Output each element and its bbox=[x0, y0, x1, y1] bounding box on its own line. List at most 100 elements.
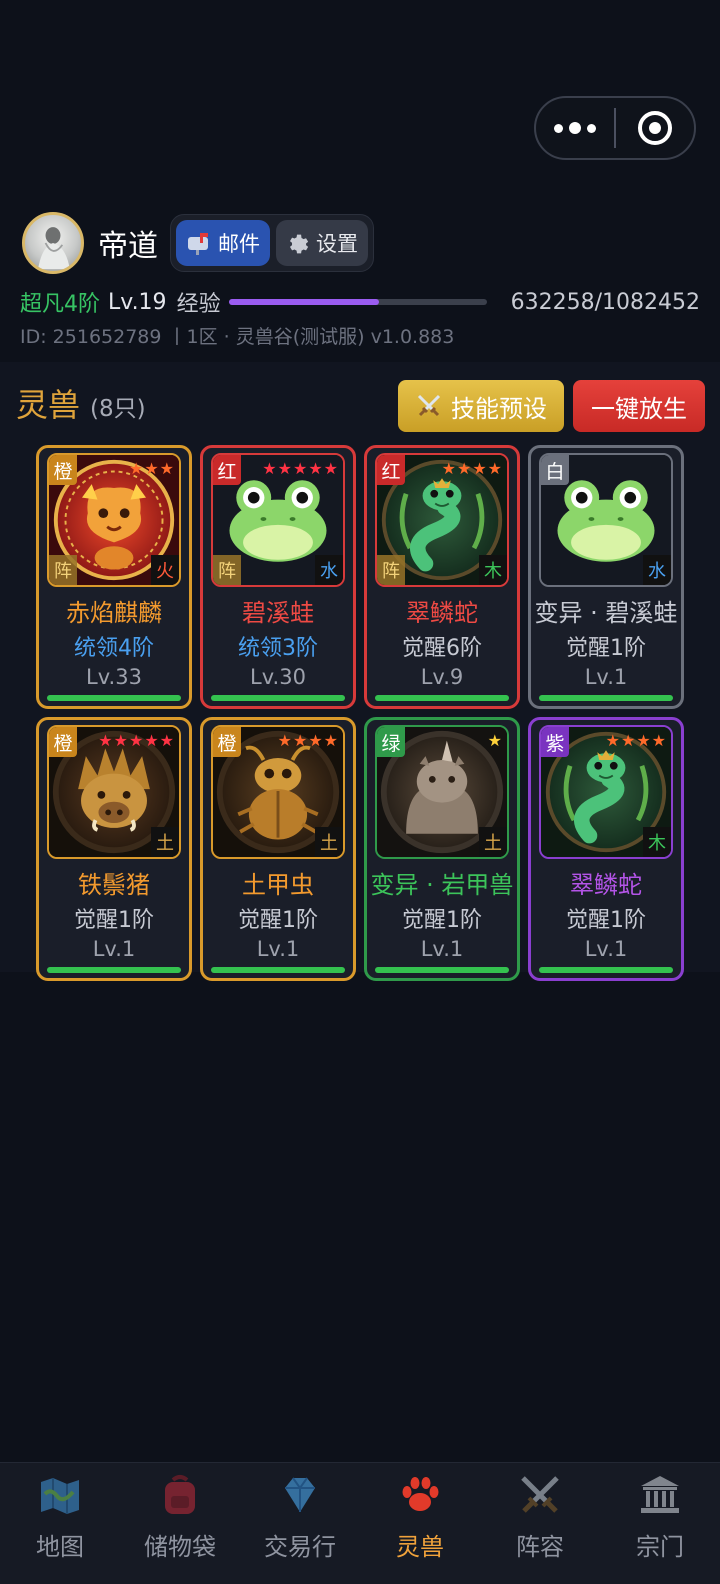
level-exp-row: 超凡4阶 Lv.19 经验 632258/1082452 bbox=[20, 284, 700, 320]
beast-name: 铁鬃猪 bbox=[78, 871, 150, 899]
beast-hp-bar bbox=[47, 967, 181, 973]
beast-card[interactable]: 红 ★★★★★ 阵 水 碧溪蛙 统领3阶 Lv.30 bbox=[200, 445, 356, 709]
tab-diamond[interactable]: 交易行 bbox=[240, 1463, 360, 1584]
element-badge: 木 bbox=[479, 555, 507, 585]
more-menu-button[interactable] bbox=[536, 98, 614, 158]
star-rating: ★★★★★ bbox=[98, 731, 175, 750]
star-rating: ★★★★ bbox=[277, 731, 339, 750]
star-rating: ★ bbox=[487, 731, 503, 750]
star-rating: ★★★★ bbox=[441, 459, 503, 478]
star-rating: ★★★★ bbox=[605, 731, 667, 750]
tab-label: 灵兽 bbox=[396, 1533, 444, 1561]
beast-portrait: 红 ★★★★ 阵 木 bbox=[375, 453, 509, 587]
beast-card[interactable]: 橙 ★★★★★ 土 铁鬃猪 觉醒1阶 Lv.1 bbox=[36, 717, 192, 981]
beast-hp-bar bbox=[375, 695, 509, 701]
skill-preset-label: 技能预设 bbox=[451, 394, 547, 423]
target-icon bbox=[638, 111, 672, 145]
quality-badge: 橙 bbox=[49, 455, 77, 485]
quality-badge: 绿 bbox=[377, 727, 405, 757]
mail-label: 邮件 bbox=[218, 232, 260, 256]
temple-icon bbox=[634, 1469, 686, 1521]
tab-temple[interactable]: 宗门 bbox=[600, 1463, 720, 1584]
beast-hp-fill bbox=[375, 695, 509, 701]
beast-hp-bar bbox=[539, 695, 673, 701]
beast-hp-bar bbox=[47, 695, 181, 701]
beast-portrait: 紫 ★★★★ 木 bbox=[539, 725, 673, 859]
quality-badge: 红 bbox=[377, 455, 405, 485]
profile-row: 帝道 邮件 设置 bbox=[22, 212, 374, 274]
tab-crossed-swords[interactable]: 阵容 bbox=[480, 1463, 600, 1584]
exp-value: 632258/1082452 bbox=[510, 289, 700, 315]
element-badge: 火 bbox=[151, 555, 179, 585]
exp-progress-bar bbox=[228, 299, 487, 305]
miniprogram-capsule bbox=[534, 96, 696, 160]
quality-badge: 橙 bbox=[213, 727, 241, 757]
account-info: ID: 251652789 丨1区 · 灵兽谷(测试服) v1.0.883 bbox=[20, 326, 455, 348]
beast-hp-bar bbox=[211, 967, 345, 973]
quality-badge: 橙 bbox=[49, 727, 77, 757]
exp-label: 经验 bbox=[176, 292, 221, 317]
mail-button[interactable]: 邮件 bbox=[176, 220, 270, 266]
paw-icon bbox=[394, 1469, 446, 1521]
beast-rank: 觉醒1阶 bbox=[238, 908, 318, 933]
beast-level: Lv.1 bbox=[256, 937, 300, 961]
cultivation-rank: 超凡4阶 bbox=[20, 292, 100, 317]
element-badge: 木 bbox=[643, 827, 671, 857]
formation-badge: 阵 bbox=[377, 555, 405, 585]
close-miniprogram-button[interactable] bbox=[616, 98, 694, 158]
crossed-swords-icon bbox=[514, 1469, 566, 1521]
beast-name: 变异 · 碧溪蛙 bbox=[534, 599, 678, 627]
release-all-button[interactable]: 一键放生 bbox=[573, 380, 705, 432]
element-badge: 土 bbox=[479, 827, 507, 857]
quality-badge: 白 bbox=[541, 455, 569, 485]
element-badge: 水 bbox=[315, 555, 343, 585]
tab-backpack[interactable]: 储物袋 bbox=[120, 1463, 240, 1584]
beast-card[interactable]: 红 ★★★★ 阵 木 翠鳞蛇 觉醒6阶 Lv.9 bbox=[364, 445, 520, 709]
formation-badge: 阵 bbox=[213, 555, 241, 585]
tab-label: 宗门 bbox=[636, 1533, 684, 1561]
avatar[interactable] bbox=[22, 212, 84, 274]
tab-map[interactable]: 地图 bbox=[0, 1463, 120, 1584]
bottom-tab-bar: 地图 储物袋 交易行 灵兽 阵容 宗门 bbox=[0, 1462, 720, 1584]
player-level: Lv.19 bbox=[108, 289, 167, 315]
release-all-label: 一键放生 bbox=[591, 394, 687, 423]
formation-badge: 阵 bbox=[49, 555, 77, 585]
star-rating: ★★★ bbox=[128, 459, 175, 478]
crossed-swords-icon bbox=[417, 394, 441, 417]
beast-hp-fill bbox=[539, 695, 673, 701]
beast-name: 赤焰麒麟 bbox=[66, 599, 162, 627]
star-rating: ★★★★★ bbox=[262, 459, 339, 478]
beast-level: Lv.30 bbox=[250, 665, 306, 689]
tab-paw[interactable]: 灵兽 bbox=[360, 1463, 480, 1584]
beast-portrait: 橙 ★★★★ 土 bbox=[211, 725, 345, 859]
exp-progress-fill bbox=[228, 299, 380, 305]
beast-card[interactable]: 橙 ★★★ 阵 火 赤焰麒麟 统领4阶 Lv.33 bbox=[36, 445, 192, 709]
tab-label: 储物袋 bbox=[144, 1533, 216, 1561]
beast-hp-fill bbox=[47, 695, 181, 701]
beast-hp-fill bbox=[375, 967, 509, 973]
beast-name: 变异 · 岩甲兽 bbox=[370, 871, 514, 899]
beast-name: 翠鳞蛇 bbox=[406, 599, 478, 627]
beast-portrait: 绿 ★ 土 bbox=[375, 725, 509, 859]
beast-card[interactable]: 橙 ★★★★ 土 土甲虫 觉醒1阶 Lv.1 bbox=[200, 717, 356, 981]
beast-hp-fill bbox=[539, 967, 673, 973]
beast-portrait: 橙 ★★★★★ 土 bbox=[47, 725, 181, 859]
header-actions: 邮件 设置 bbox=[170, 214, 374, 272]
beast-card[interactable]: 紫 ★★★★ 木 翠鳞蛇 觉醒1阶 Lv.1 bbox=[528, 717, 684, 981]
tab-label: 阵容 bbox=[516, 1533, 564, 1561]
beast-card[interactable]: 白 水 变异 · 碧溪蛙 觉醒1阶 Lv.1 bbox=[528, 445, 684, 709]
tab-label: 交易行 bbox=[264, 1533, 336, 1561]
beast-card[interactable]: 绿 ★ 土 变异 · 岩甲兽 觉醒1阶 Lv.1 bbox=[364, 717, 520, 981]
gear-icon bbox=[289, 234, 309, 254]
beast-hp-bar bbox=[211, 695, 345, 701]
skill-preset-button[interactable]: 技能预设 bbox=[398, 380, 564, 432]
tab-label: 地图 bbox=[36, 1533, 84, 1561]
beast-hp-fill bbox=[211, 695, 345, 701]
beast-portrait: 红 ★★★★★ 阵 水 bbox=[211, 453, 345, 587]
beast-level: Lv.1 bbox=[584, 937, 628, 961]
diamond-icon bbox=[274, 1469, 326, 1521]
beast-level: Lv.33 bbox=[86, 665, 142, 689]
beast-level: Lv.1 bbox=[584, 665, 628, 689]
beast-count: (8只) bbox=[90, 396, 146, 422]
settings-button[interactable]: 设置 bbox=[276, 220, 368, 266]
